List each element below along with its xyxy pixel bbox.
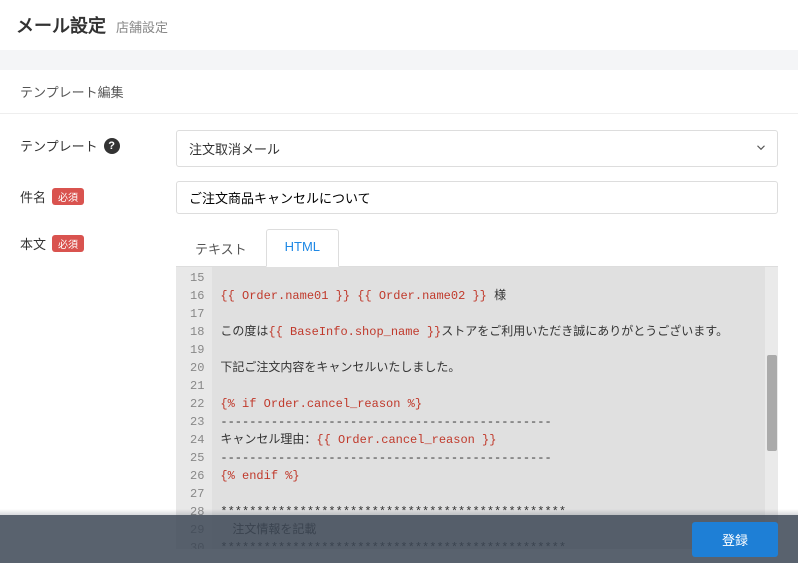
- page-header: メール設定 店舗設定: [0, 0, 798, 50]
- template-select[interactable]: 注文取消メール: [176, 130, 778, 167]
- section-title: テンプレート編集: [0, 70, 798, 114]
- tab-html[interactable]: HTML: [266, 229, 339, 267]
- label-subject: 件名 必須: [20, 181, 176, 206]
- footer-fade: [0, 509, 798, 515]
- help-icon[interactable]: ?: [104, 138, 120, 154]
- label-subject-text: 件名: [20, 187, 46, 206]
- editor-code[interactable]: {{ Order.name01 }} {{ Order.name02 }} 様 …: [212, 267, 778, 549]
- row-template: テンプレート ? 注文取消メール: [20, 130, 778, 167]
- row-subject: 件名 必須: [20, 181, 778, 214]
- required-badge: 必須: [52, 188, 84, 205]
- page-subtitle: 店舗設定: [116, 17, 168, 36]
- required-badge: 必須: [52, 235, 84, 252]
- label-template: テンプレート ?: [20, 130, 176, 155]
- page-title: メール設定: [16, 12, 106, 38]
- label-template-text: テンプレート: [20, 136, 98, 155]
- submit-button[interactable]: 登録: [692, 522, 778, 557]
- label-body-text: 本文: [20, 234, 46, 253]
- editor-gutter: 15161718192021222324252627282930313233: [176, 267, 212, 549]
- code-editor[interactable]: 15161718192021222324252627282930313233 {…: [176, 267, 778, 549]
- body-tabs: テキスト HTML: [176, 228, 778, 267]
- label-body: 本文 必須: [20, 228, 176, 253]
- form-area: テンプレート ? 注文取消メール 件名 必須 本文 必須 テキスト: [0, 114, 798, 549]
- template-select-value: 注文取消メール: [176, 130, 778, 167]
- editor-scrollbar[interactable]: [765, 267, 778, 549]
- subject-input[interactable]: [176, 181, 778, 214]
- footer-bar: 登録: [0, 515, 798, 563]
- tab-text[interactable]: テキスト: [176, 229, 266, 267]
- chevron-down-icon: [754, 140, 768, 157]
- scrollbar-thumb[interactable]: [767, 355, 777, 451]
- spacer: [0, 50, 798, 70]
- row-body: 本文 必須 テキスト HTML 151617181920212223242526…: [20, 228, 778, 549]
- editor-wrap: 15161718192021222324252627282930313233 {…: [176, 267, 778, 549]
